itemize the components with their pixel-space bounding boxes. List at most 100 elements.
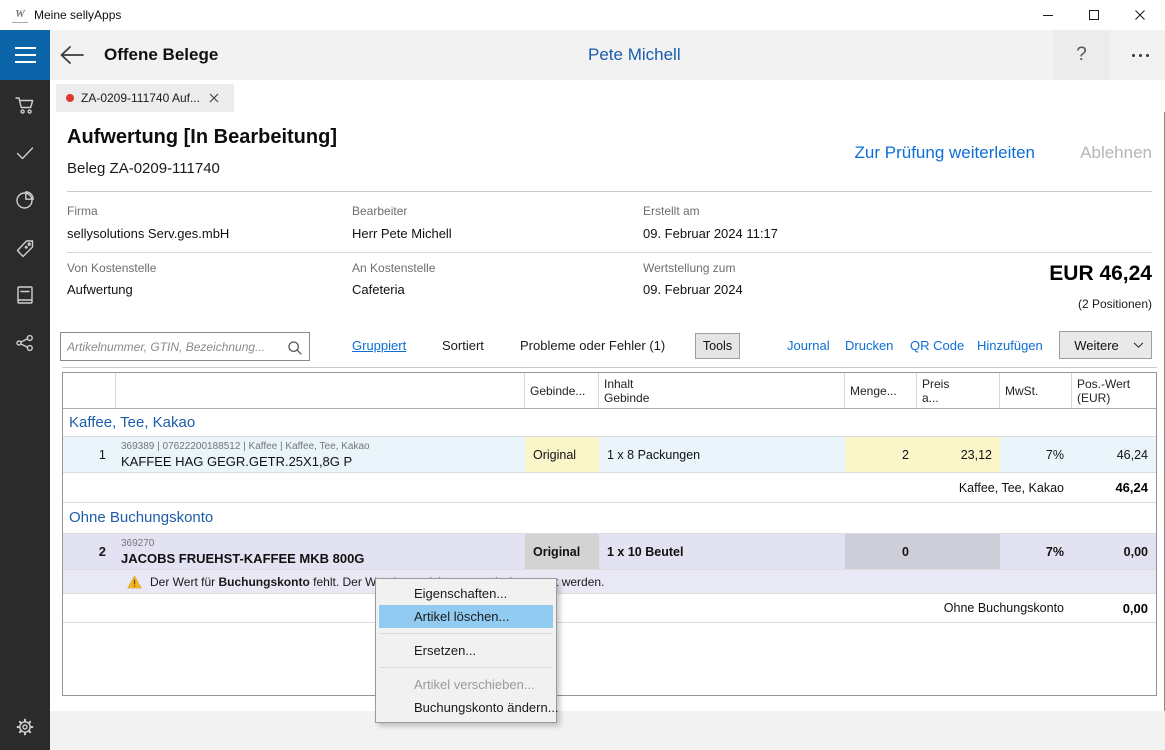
subtotal-label: Ohne Buchungskonto xyxy=(63,594,1072,622)
preis-cell[interactable] xyxy=(917,534,1000,569)
toggle-probleme-oder-fehler[interactable]: Probleme oder Fehler (1) xyxy=(520,338,665,353)
field-label-von-kostenstelle: Von Kostenstelle xyxy=(67,261,156,275)
col-header-gebinde[interactable]: Gebinde... xyxy=(525,373,599,408)
field-value-firma: sellysolutions Serv.ges.mbH xyxy=(67,226,229,241)
sidebar-item-reports[interactable] xyxy=(13,188,37,212)
col-header-menge[interactable]: Menge... xyxy=(845,373,917,408)
help-button[interactable]: ? xyxy=(1053,30,1110,80)
gebinde-cell[interactable]: Original xyxy=(525,534,599,569)
maximize-icon xyxy=(1088,9,1100,21)
sidebar-item-journal[interactable] xyxy=(13,283,37,307)
drucken-link[interactable]: Drucken xyxy=(845,338,893,353)
menu-item-buchungskonto-aendern[interactable]: Buchungskonto ändern... xyxy=(379,696,553,719)
toggle-gruppiert[interactable]: Gruppiert xyxy=(352,338,406,353)
hamburger-menu-button[interactable] xyxy=(0,30,50,80)
menu-item-artikel-verschieben: Artikel verschieben... xyxy=(379,673,553,696)
document-total: EUR 46,24 xyxy=(1049,262,1152,286)
weitere-dropdown-button[interactable]: Weitere xyxy=(1059,331,1152,359)
menge-cell[interactable]: 2 xyxy=(845,437,917,472)
minimize-icon xyxy=(1042,9,1054,21)
user-name-link[interactable]: Pete Michell xyxy=(588,30,681,80)
row-warning: Der Wert für Buchungskonto fehlt. Der We… xyxy=(63,570,1156,594)
tab-strip: ZA-0209-111740 Auf... xyxy=(50,80,1165,112)
app-header: Offene Belege Pete Michell ? xyxy=(0,30,1165,80)
group-header-kaffee-tee-kakao[interactable]: Kaffee, Tee, Kakao xyxy=(63,409,1156,437)
journal-link[interactable]: Journal xyxy=(787,338,830,353)
unsaved-changes-dot-icon xyxy=(66,94,74,102)
col-header-article[interactable] xyxy=(116,373,525,408)
hamburger-icon xyxy=(15,47,36,49)
positions-count: (2 Positionen) xyxy=(1078,297,1152,311)
back-button[interactable] xyxy=(58,43,86,67)
book-icon xyxy=(13,283,37,307)
search-input[interactable] xyxy=(67,334,279,359)
forward-for-review-link[interactable]: Zur Prüfung weiterleiten xyxy=(855,143,1035,163)
close-icon xyxy=(1134,9,1146,21)
share-network-icon xyxy=(13,331,37,355)
document-number: Beleg ZA-0209-111740 xyxy=(67,160,220,177)
preis-cell[interactable]: 23,12 xyxy=(917,437,1000,472)
pos-wert-cell: 0,00 xyxy=(1072,534,1156,569)
table-header-row: Gebinde... Inhalt Gebinde Menge... Preis… xyxy=(63,373,1156,409)
table-row-1[interactable]: 1 369389 | 07622200188512 | Kaffee | Kaf… xyxy=(63,437,1156,473)
table-row-2[interactable]: 2 369270 JACOBS FRUEHST-KAFFEE MKB 800G … xyxy=(63,534,1156,570)
gebinde-cell[interactable]: Original xyxy=(525,437,599,472)
group-header-ohne-buchungskonto[interactable]: Ohne Buchungskonto xyxy=(63,503,1156,534)
menu-item-ersetzen[interactable]: Ersetzen... xyxy=(379,639,553,662)
field-label-wertstellung: Wertstellung zum xyxy=(643,261,735,275)
pos-wert-cell: 46,24 xyxy=(1072,437,1156,472)
field-label-erstellt-am: Erstellt am xyxy=(643,204,700,218)
sidebar-item-cart[interactable] xyxy=(13,93,37,117)
toggle-sortiert[interactable]: Sortiert xyxy=(442,338,484,353)
field-value-erstellt-am: 09. Februar 2024 11:17 xyxy=(643,226,778,241)
sidebar-item-tasks[interactable] xyxy=(13,141,37,165)
tools-button[interactable]: Tools xyxy=(695,333,740,359)
article-cell: 369270 JACOBS FRUEHST-KAFFEE MKB 800G xyxy=(116,534,525,569)
qr-code-link[interactable]: QR Code xyxy=(910,338,964,353)
warning-triangle-icon xyxy=(127,575,142,589)
article-search xyxy=(60,332,310,361)
article-meta: 369389 | 07622200188512 | Kaffee | Kaffe… xyxy=(121,440,525,453)
field-value-bearbeiter: Herr Pete Michell xyxy=(352,226,452,241)
field-value-von-kostenstelle: Aufwertung xyxy=(67,282,133,297)
mwst-cell: 7% xyxy=(1000,534,1072,569)
tab-close-button[interactable] xyxy=(209,93,219,103)
tab-label: ZA-0209-111740 Auf... xyxy=(81,91,200,105)
hinzufuegen-link[interactable]: Hinzufügen xyxy=(977,338,1043,353)
menu-item-eigenschaften[interactable]: Eigenschaften... xyxy=(379,582,553,605)
sidebar-item-share[interactable] xyxy=(13,331,37,355)
col-header-pos-wert[interactable]: Pos.-Wert (EUR) xyxy=(1072,373,1156,408)
sidebar-item-articles[interactable] xyxy=(13,236,37,260)
page-title: Offene Belege xyxy=(104,30,218,80)
minimize-button[interactable] xyxy=(1025,0,1071,30)
settings-button[interactable] xyxy=(13,715,37,739)
row-number: 2 xyxy=(63,534,116,569)
reject-link[interactable]: Ablehnen xyxy=(1080,143,1152,163)
menu-item-artikel-loeschen[interactable]: Artikel löschen... xyxy=(379,605,553,628)
col-header-number[interactable] xyxy=(63,373,116,408)
check-icon xyxy=(13,141,37,165)
menu-separator xyxy=(380,667,552,668)
maximize-button[interactable] xyxy=(1071,0,1117,30)
inhalt-cell: 1 x 8 Packungen xyxy=(599,437,845,472)
arrow-left-icon xyxy=(58,43,86,67)
col-header-preis[interactable]: Preis a... xyxy=(917,373,1000,408)
weitere-label: Weitere xyxy=(1060,338,1133,353)
cart-icon xyxy=(13,93,37,117)
ellipsis-icon xyxy=(1132,54,1135,57)
document-tab[interactable]: ZA-0209-111740 Auf... xyxy=(56,84,234,112)
menge-cell[interactable]: 0 xyxy=(845,534,917,569)
field-label-an-kostenstelle: An Kostenstelle xyxy=(352,261,435,275)
article-name: KAFFEE HAG GEGR.GETR.25X1,8G P xyxy=(121,453,525,470)
group-subtotal-row: Ohne Buchungskonto 0,00 xyxy=(63,594,1156,623)
subtotal-label: Kaffee, Tee, Kakao xyxy=(63,473,1072,502)
window-titlebar: W Meine sellyApps xyxy=(0,0,1165,30)
app-window: W Meine sellyApps Offene Belege Pete Mic… xyxy=(0,0,1165,750)
footer-strip xyxy=(50,711,1165,750)
more-options-button[interactable] xyxy=(1118,30,1162,80)
close-button[interactable] xyxy=(1117,0,1163,30)
search-icon[interactable] xyxy=(286,339,303,361)
col-header-inhalt-gebinde[interactable]: Inhalt Gebinde xyxy=(599,373,845,408)
subtotal-value: 0,00 xyxy=(1072,594,1156,622)
col-header-mwst[interactable]: MwSt. xyxy=(1000,373,1072,408)
